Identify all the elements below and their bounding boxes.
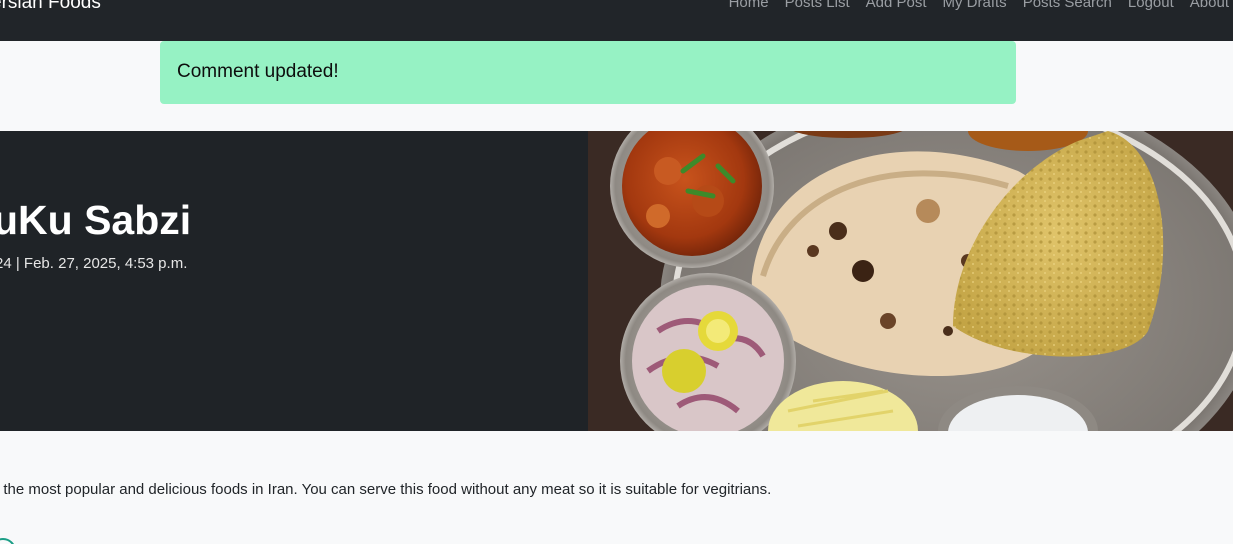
- brand-link[interactable]: ersian Foods: [0, 0, 101, 14]
- nav-link-my-drafts[interactable]: My Drafts: [943, 0, 1007, 11]
- post-hero: uKu Sabzi 24 | Feb. 27, 2025, 4:53 p.m.: [0, 131, 1233, 431]
- nav-link-home[interactable]: Home: [729, 0, 769, 11]
- partial-button-edge[interactable]: [0, 538, 16, 544]
- success-alert: Comment updated!: [160, 41, 1016, 104]
- food-platter-image: [588, 131, 1233, 431]
- post-title: uKu Sabzi: [0, 197, 192, 243]
- navbar: ersian Foods Home Posts List Add Post My…: [0, 0, 1233, 41]
- nav-link-logout[interactable]: Logout: [1128, 0, 1174, 11]
- post-body-text: f the most popular and delicious foods i…: [0, 481, 772, 498]
- nav-link-posts-list[interactable]: Posts List: [785, 0, 850, 11]
- alert-message: Comment updated!: [177, 61, 339, 82]
- nav-link-add-post[interactable]: Add Post: [866, 0, 927, 11]
- nav-link-about[interactable]: About: [1190, 0, 1229, 11]
- post-meta: 24 | Feb. 27, 2025, 4:53 p.m.: [0, 255, 188, 272]
- nav-link-posts-search[interactable]: Posts Search: [1023, 0, 1112, 11]
- nav-links: Home Posts List Add Post My Drafts Posts…: [729, 0, 1229, 11]
